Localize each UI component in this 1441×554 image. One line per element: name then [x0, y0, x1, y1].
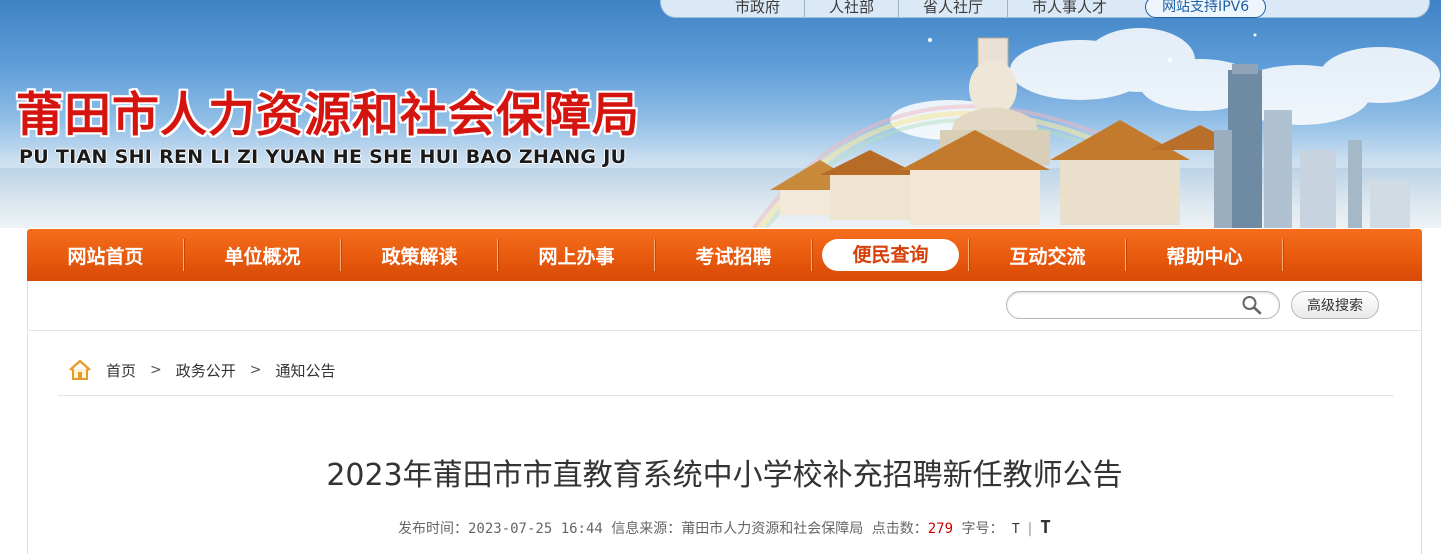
top-link-mohrss[interactable]: 人社部 [805, 0, 900, 17]
main-nav: 网站首页 单位概况 政策解读 网上办事 考试招聘 便民查询 互动交流 帮助中心 [27, 229, 1422, 288]
nav-label: 便民查询 [822, 239, 959, 271]
content-area: 首页 > 政务公开 > 通知公告 2023年莆田市市直教育系统中小学校补充招聘新… [27, 332, 1422, 554]
advanced-search-button[interactable]: 高级搜索 [1291, 291, 1379, 319]
hits-count: 279 [927, 521, 954, 537]
search-icon[interactable] [1240, 294, 1264, 316]
breadcrumb-home[interactable]: 首页 [106, 360, 136, 381]
home-icon [69, 359, 91, 380]
search-input[interactable] [1006, 291, 1280, 319]
article-title: 2023年莆田市市直教育系统中小学校补充招聘新任教师公告 [326, 458, 1123, 493]
font-small-button[interactable]: T [1012, 522, 1020, 537]
chevron-right-icon: > [150, 362, 162, 378]
nav-exam-recruit[interactable]: 考试招聘 [655, 229, 812, 281]
site-title: 莆田市人力资源和社会保障局 [16, 88, 640, 143]
top-links-bar: 市政府 人社部 省人社厅 市人事人才 网站支持IPV6 [660, 0, 1430, 18]
nav-label: 帮助中心 [1166, 245, 1243, 268]
top-link-city-talent[interactable]: 市人事人才 [1008, 0, 1131, 17]
font-large-button[interactable]: T [1040, 517, 1051, 538]
nav-label: 网站首页 [67, 245, 144, 268]
source-value: 莆田市人力资源和社会保障局 [681, 521, 864, 537]
chevron-right-icon: > [249, 362, 262, 378]
article-meta: 发布时间：2023-07-25 16:44 信息来源：莆田市人力资源和社会保障局… [28, 517, 1421, 538]
breadcrumb: 首页 > 政务公开 > 通知公告 [68, 358, 336, 382]
ipv6-badge[interactable]: 网站支持IPV6 [1145, 0, 1267, 18]
nav-about[interactable]: 单位概况 [184, 229, 341, 281]
nav-home[interactable]: 网站首页 [27, 229, 184, 281]
top-link-city-gov[interactable]: 市政府 [711, 0, 806, 17]
nav-label: 网上办事 [538, 245, 615, 268]
source-label: 信息来源： [611, 521, 682, 537]
top-link-province-hrss[interactable]: 省人社厅 [899, 0, 1009, 17]
nav-help[interactable]: 帮助中心 [1126, 229, 1283, 281]
breadcrumb-divider [58, 395, 1394, 396]
site-banner: 市政府 人社部 省人社厅 市人事人才 网站支持IPV6 莆田市人力资源和社会保障… [0, 0, 1441, 228]
hits-label: 点击数： [871, 521, 928, 537]
nav-interaction[interactable]: 互动交流 [969, 229, 1126, 281]
breadcrumb-notices[interactable]: 通知公告 [276, 360, 336, 381]
nav-public-query[interactable]: 便民查询 [812, 229, 969, 288]
publish-label: 发布时间： [397, 521, 468, 537]
font-divider: | [1025, 521, 1035, 537]
nav-policy[interactable]: 政策解读 [341, 229, 498, 281]
site-pinyin: PU TIAN SHI REN LI ZI YUAN HE SHE HUI BA… [19, 146, 627, 168]
nav-label: 考试招聘 [695, 245, 772, 268]
breadcrumb-gov-affairs[interactable]: 政务公开 [176, 360, 236, 381]
nav-label: 政策解读 [381, 245, 458, 268]
fontsize-label: 字号： [961, 521, 1004, 537]
nav-label: 单位概况 [224, 245, 301, 268]
nav-label: 互动交流 [1009, 245, 1086, 268]
nav-online-service[interactable]: 网上办事 [498, 229, 655, 281]
publish-time: 2023-07-25 16:44 [467, 521, 603, 537]
search-bar: 高级搜索 [27, 281, 1422, 331]
